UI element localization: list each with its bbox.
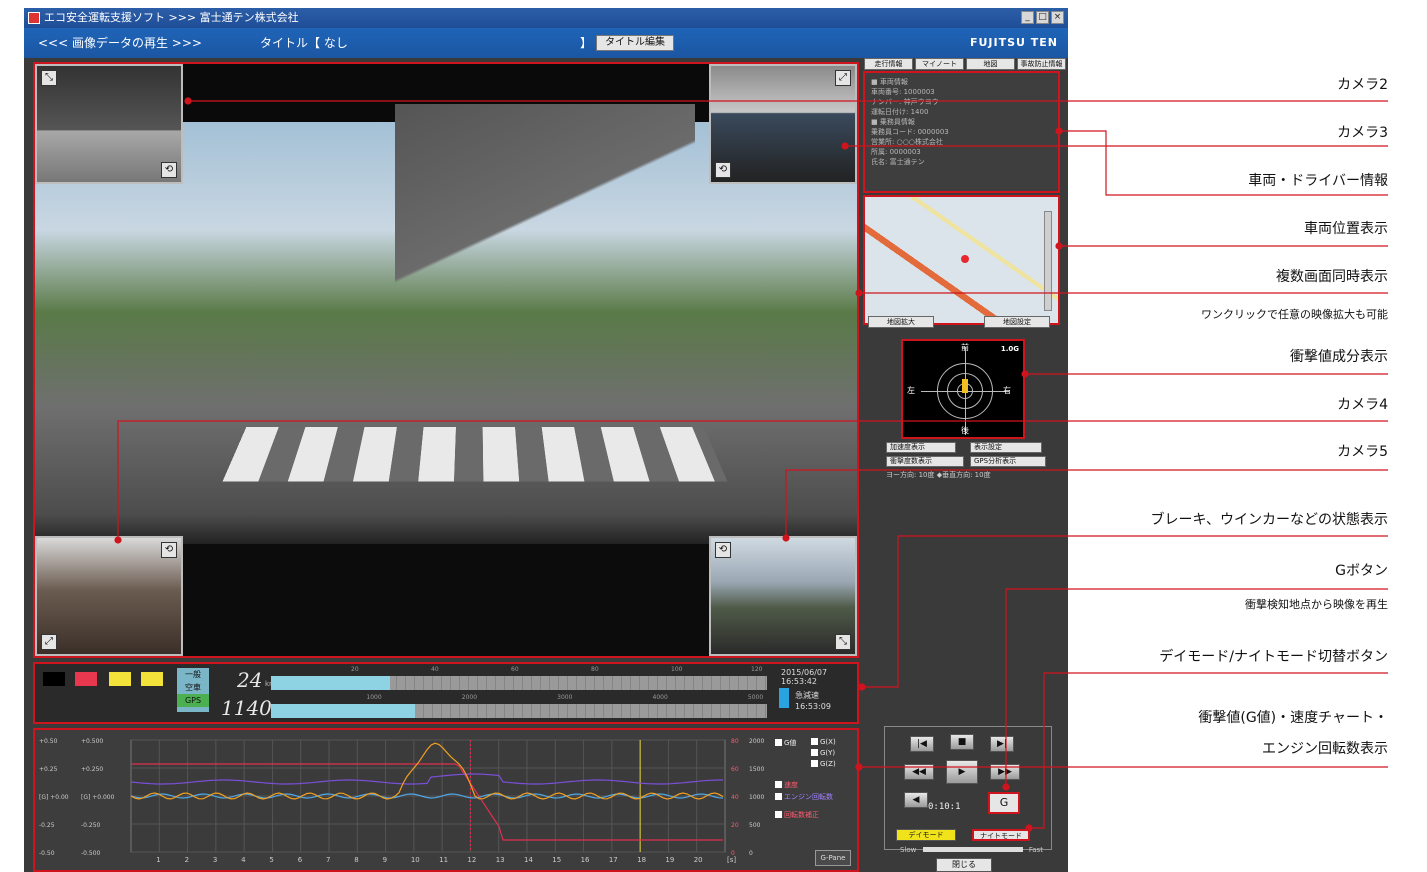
callout-g-vector: 衝撃値成分表示 bbox=[1290, 349, 1388, 365]
callout-g-button-note: 衝撃検知地点から映像を再生 bbox=[1245, 598, 1388, 611]
callout-day-night: デイモード/ナイトモード切替ボタン bbox=[1159, 649, 1388, 665]
callout-vehicle-position: 車両位置表示 bbox=[1304, 221, 1388, 237]
callout-lines bbox=[114, 97, 1388, 832]
callout-g-button: Gボタン bbox=[1335, 563, 1388, 579]
callout-camera-2: カメラ2 bbox=[1337, 77, 1388, 93]
callout-camera-5: カメラ5 bbox=[1337, 444, 1388, 460]
callout-chart-rpm: エンジン回転数表示 bbox=[1262, 741, 1388, 757]
callout-multi-screen-note: ワンクリックで任意の映像拡大も可能 bbox=[1201, 308, 1388, 321]
callout-chart: 衝撃値(G値)・速度チャート・ bbox=[1198, 710, 1388, 726]
callout-camera-4: カメラ4 bbox=[1337, 397, 1388, 413]
callout-multi-screen: 複数画面同時表示 bbox=[1276, 269, 1388, 285]
callout-vehicle-driver-info: 車両・ドライバー情報 bbox=[1248, 173, 1388, 189]
callout-camera-3: カメラ3 bbox=[1337, 125, 1388, 141]
callout-status-display: ブレーキ、ウインカーなどの状態表示 bbox=[1150, 512, 1388, 528]
